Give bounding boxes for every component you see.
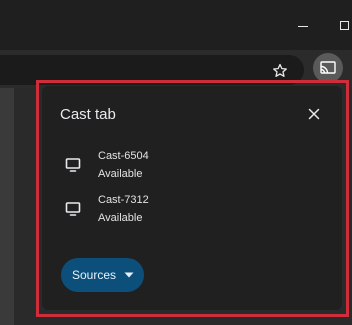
highlight-frame	[36, 80, 349, 317]
minimize-icon[interactable]	[296, 18, 310, 32]
browser-tabstrip	[0, 0, 352, 50]
page-content-edge	[0, 88, 14, 325]
star-icon[interactable]	[272, 63, 288, 79]
maximize-icon[interactable]	[340, 21, 349, 30]
cast-icon	[320, 61, 336, 74]
cast-toolbar-button[interactable]	[313, 53, 343, 83]
